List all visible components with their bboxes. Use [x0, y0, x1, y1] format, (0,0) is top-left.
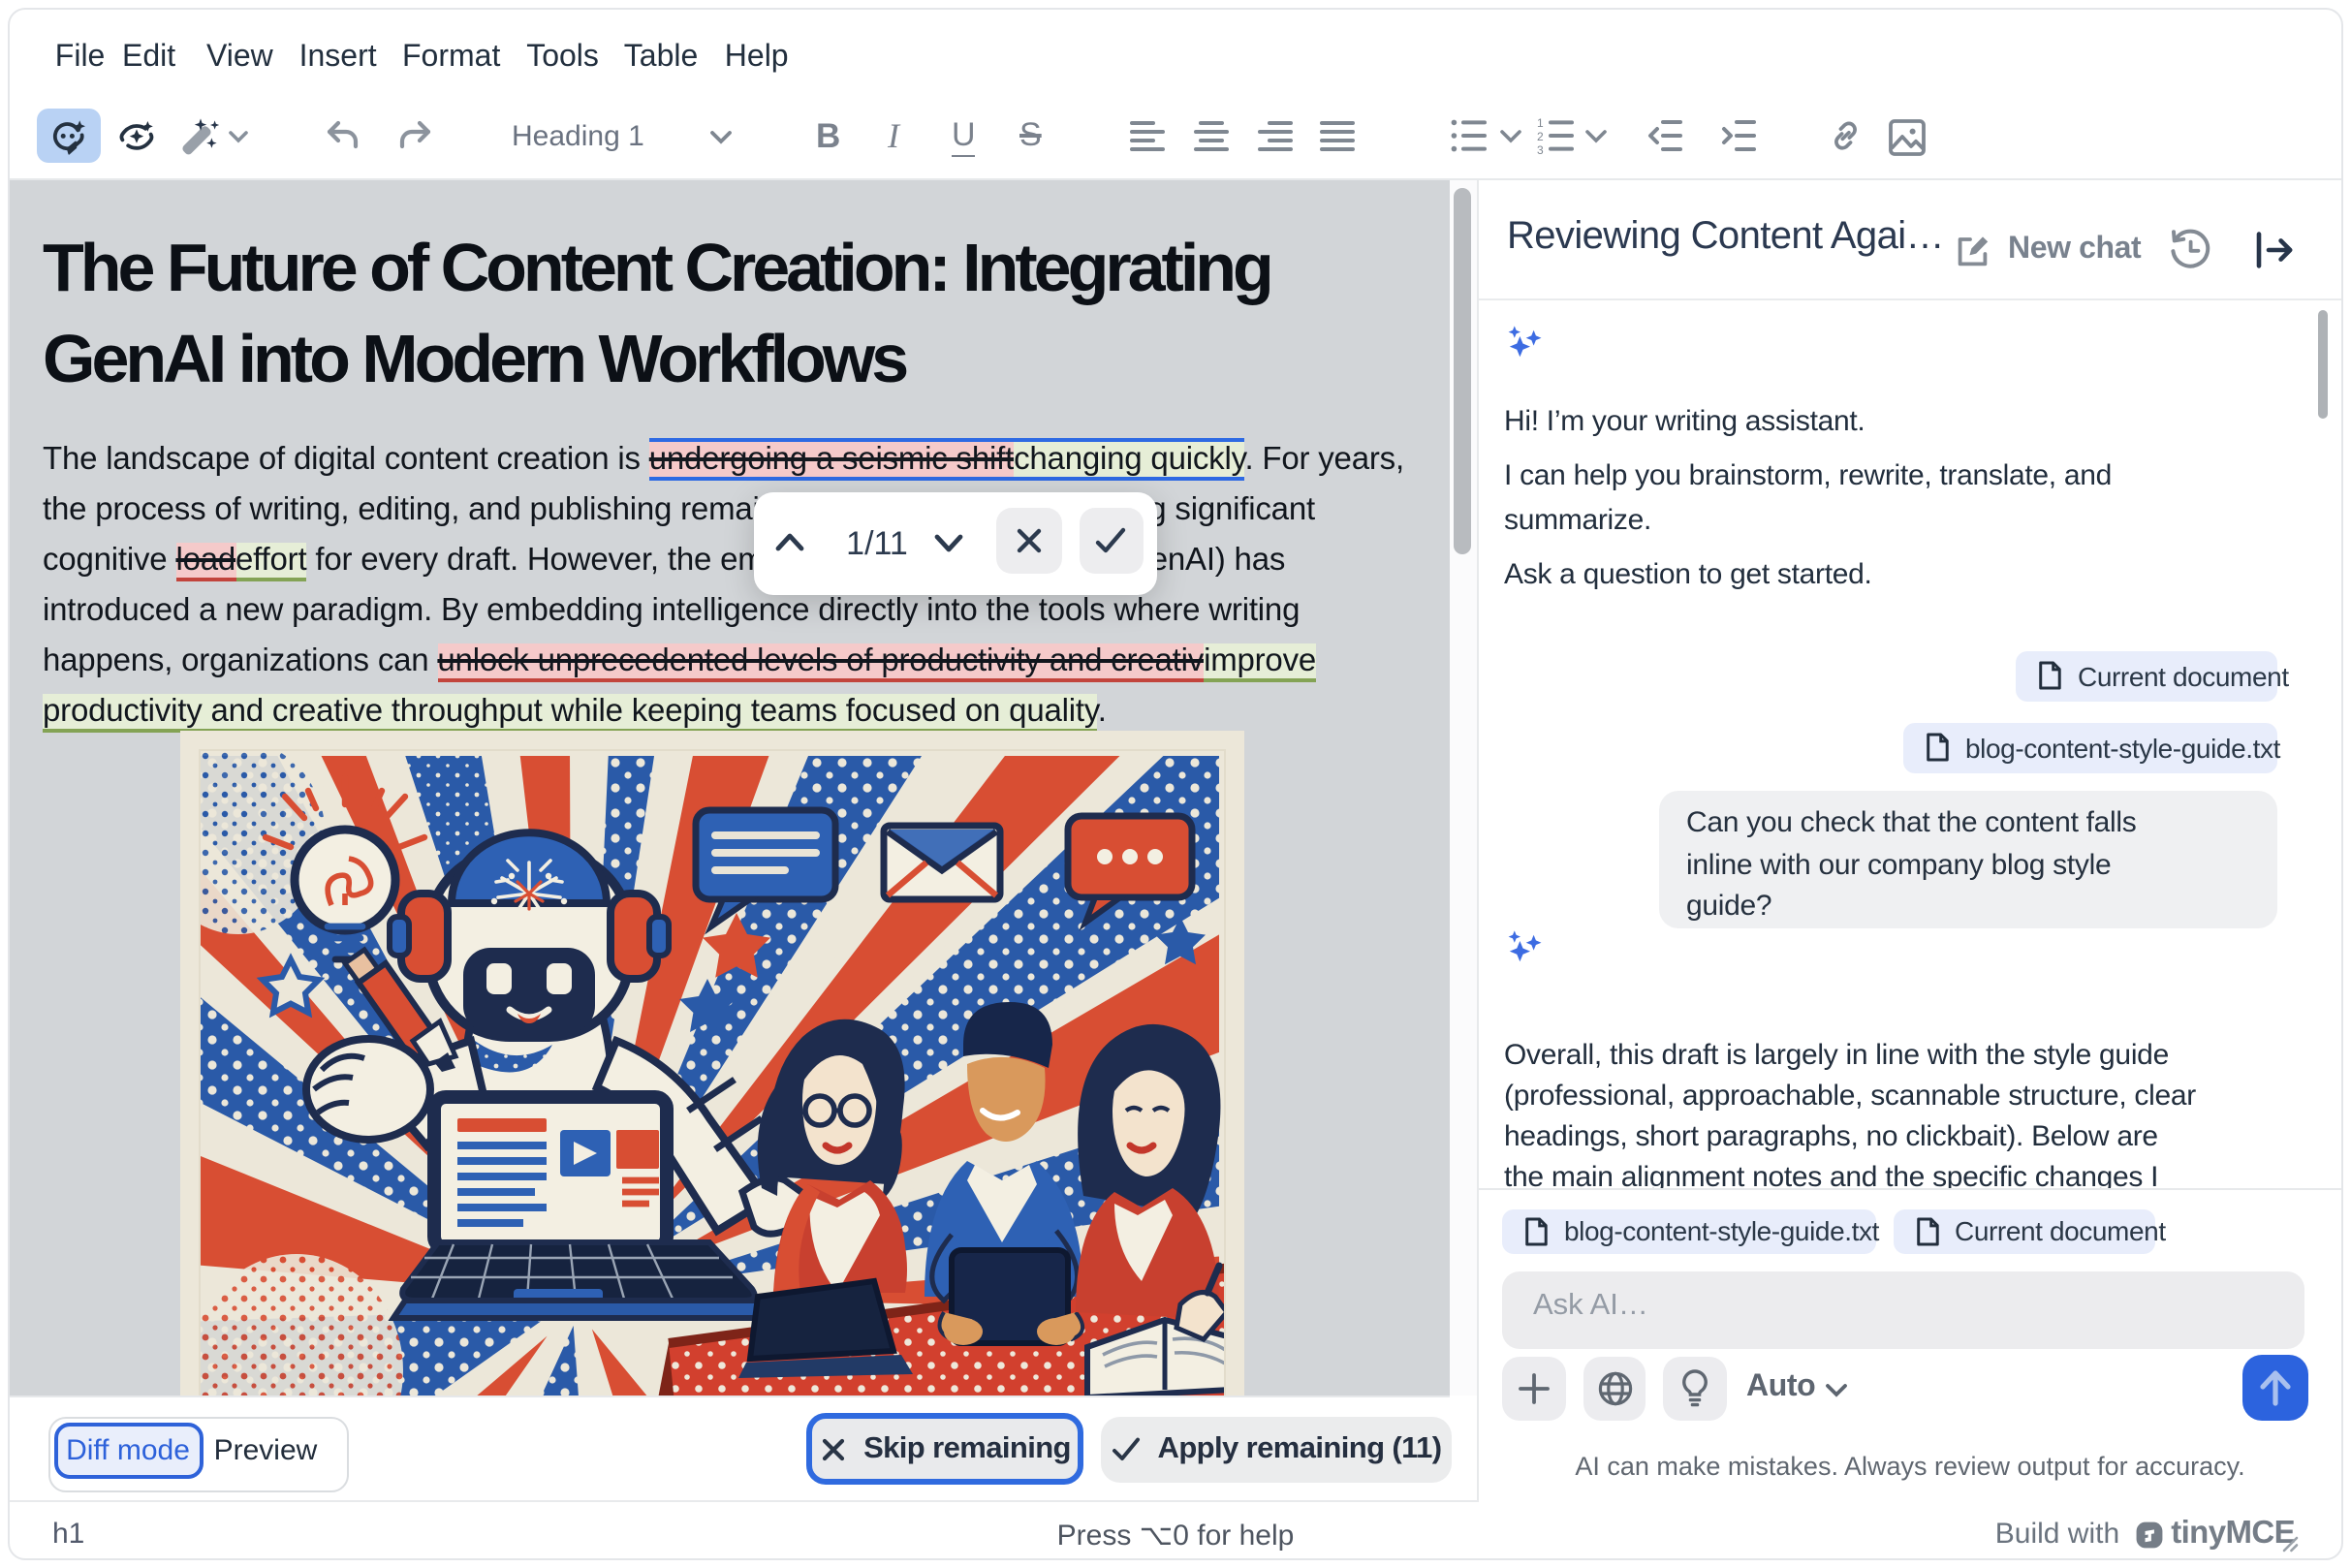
svg-text:1: 1: [1537, 116, 1544, 130]
svg-text:2: 2: [1537, 130, 1544, 143]
svg-text:3: 3: [1537, 143, 1544, 155]
